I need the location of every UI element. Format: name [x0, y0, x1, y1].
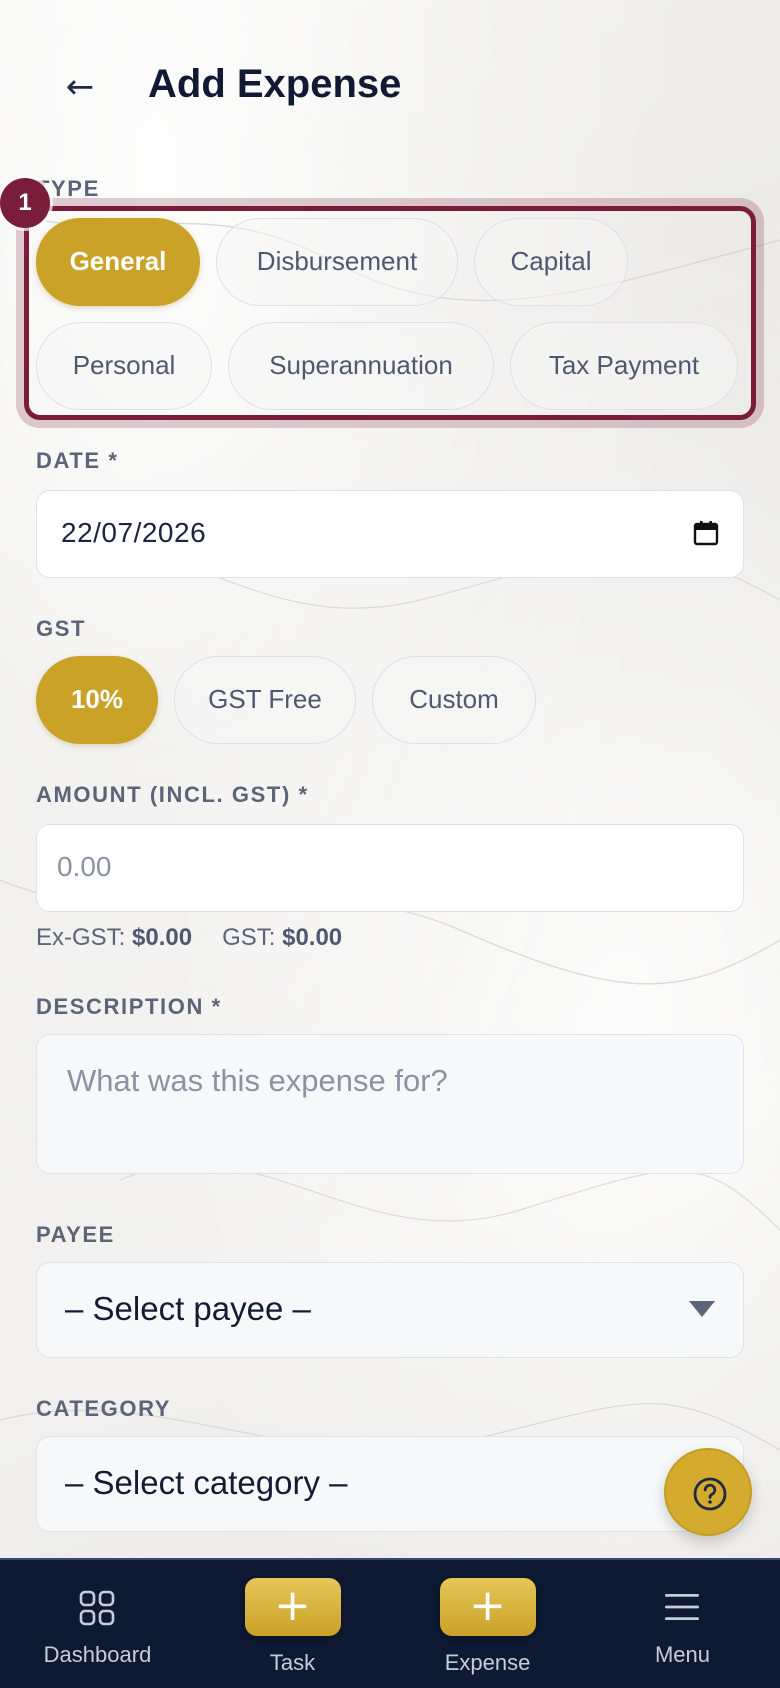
- page-title: Add Expense: [148, 62, 402, 106]
- nav-label-dashboard: Dashboard: [43, 1642, 152, 1667]
- type-chip-disbursement[interactable]: Disbursement: [216, 218, 458, 306]
- header: ← Add Expense: [0, 0, 780, 176]
- description-textarea[interactable]: What was this expense for?: [36, 1034, 744, 1174]
- description-label: DESCRIPTION *: [36, 994, 222, 1019]
- date-field[interactable]: 22/07/2026: [36, 490, 744, 578]
- help-button[interactable]: [664, 1448, 752, 1536]
- category-select[interactable]: – Select category –: [36, 1436, 744, 1532]
- ex-gst-label: Ex-GST:: [36, 924, 126, 951]
- type-chip-capital[interactable]: Capital: [474, 218, 628, 306]
- chevron-down-icon: [689, 1301, 715, 1317]
- nav-menu[interactable]: Menu: [585, 1560, 780, 1688]
- type-chip-general[interactable]: General: [36, 218, 200, 306]
- gst-label: GST: [36, 616, 87, 641]
- question-circle-icon: [693, 1477, 727, 1511]
- back-arrow-icon[interactable]: ←: [58, 62, 102, 112]
- payee-label: PAYEE: [36, 1222, 115, 1247]
- gst-amount-label: GST:: [222, 924, 276, 951]
- nav-label-expense: Expense: [444, 1650, 531, 1675]
- gst-chip-10-percent[interactable]: 10%: [36, 656, 158, 744]
- gst-chip-custom[interactable]: Custom: [372, 656, 536, 744]
- type-chip-tax-payment[interactable]: Tax Payment: [510, 322, 738, 410]
- bottom-nav: Dashboard + Task + Expense Menu: [0, 1558, 780, 1688]
- nav-dashboard[interactable]: Dashboard: [0, 1560, 195, 1688]
- date-value: 22/07/2026: [61, 517, 207, 548]
- plus-icon: +: [439, 1578, 536, 1636]
- nav-expense[interactable]: + Expense: [390, 1560, 585, 1688]
- payee-select[interactable]: – Select payee –: [36, 1262, 744, 1358]
- payee-selected: – Select payee –: [65, 1290, 311, 1327]
- type-chip-personal[interactable]: Personal: [36, 322, 212, 410]
- amount-label: AMOUNT (INCL. GST) *: [36, 782, 309, 807]
- nav-task[interactable]: + Task: [195, 1560, 390, 1688]
- gst-chip-gst-free[interactable]: GST Free: [174, 656, 356, 744]
- gst-breakdown: Ex-GST: $0.00 GST: $0.00: [36, 924, 342, 952]
- amount-placeholder: 0.00: [57, 851, 112, 882]
- category-label: CATEGORY: [36, 1396, 172, 1421]
- type-chip-superannuation[interactable]: Superannuation: [228, 322, 494, 410]
- step-badge: 1: [0, 178, 50, 228]
- grid-icon: [79, 1590, 115, 1626]
- hamburger-icon: [665, 1594, 699, 1620]
- ex-gst-value: $0.00: [132, 924, 193, 951]
- date-label: DATE *: [36, 448, 119, 473]
- description-placeholder: What was this expense for?: [67, 1063, 448, 1098]
- gst-amount-value: $0.00: [282, 924, 343, 951]
- calendar-icon[interactable]: [693, 520, 719, 546]
- nav-label-menu: Menu: [654, 1642, 711, 1667]
- plus-icon: +: [244, 1578, 341, 1636]
- nav-label-task: Task: [269, 1650, 316, 1675]
- amount-input[interactable]: 0.00: [36, 824, 744, 912]
- category-selected: – Select category –: [65, 1464, 348, 1501]
